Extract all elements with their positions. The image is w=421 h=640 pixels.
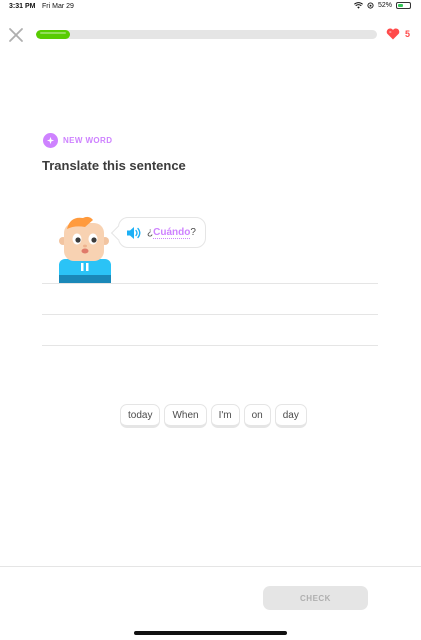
orientation-lock-icon	[367, 2, 374, 9]
answer-line-2	[42, 314, 378, 315]
hearts-counter[interactable]: 5	[386, 28, 410, 40]
word-tile[interactable]: I'm	[210, 404, 240, 428]
prompt-speech-bubble[interactable]: ¿Cuándo?	[110, 217, 206, 248]
word-tile[interactable]: When	[164, 404, 207, 428]
battery-percent: 52%	[377, 2, 392, 9]
new-word-label: NEW WORD	[63, 136, 113, 145]
answer-line-1	[42, 283, 378, 284]
character-avatar	[59, 216, 111, 283]
word-tile[interactable]: on	[243, 404, 271, 428]
battery-charging-icon	[396, 2, 411, 9]
hearts-count: 5	[405, 29, 411, 39]
check-button[interactable]: CHECK	[263, 586, 368, 610]
prompt-suffix: ?	[190, 227, 196, 238]
speaker-icon[interactable]	[126, 226, 142, 240]
status-date: Fri Mar 29	[42, 3, 74, 10]
footer-divider	[0, 566, 421, 567]
lesson-progress-fill	[36, 30, 71, 39]
heart-icon	[386, 28, 400, 40]
progress-shine	[40, 32, 67, 34]
new-word-icon	[43, 133, 58, 148]
status-time: 3:31 PM	[9, 3, 36, 10]
word-tile[interactable]: today	[120, 404, 161, 428]
answer-line-3	[42, 345, 378, 346]
battery-level	[398, 4, 403, 7]
exercise-title: Translate this sentence	[42, 158, 186, 173]
prompt-word-hint[interactable]: Cuándo	[153, 227, 191, 239]
home-indicator[interactable]	[134, 631, 287, 635]
wifi-icon	[354, 2, 363, 9]
new-word-tag: NEW WORD	[43, 133, 112, 148]
status-indicators: 52%	[354, 2, 411, 9]
prompt-sentence: ¿Cuándo?	[147, 227, 196, 239]
status-bar: 3:31 PM Fri Mar 29 52%	[0, 0, 421, 14]
lesson-progress-bar	[36, 30, 377, 39]
close-icon[interactable]	[8, 27, 24, 43]
word-tile[interactable]: day	[274, 404, 307, 428]
word-bank: today When I'm on day	[120, 404, 307, 428]
